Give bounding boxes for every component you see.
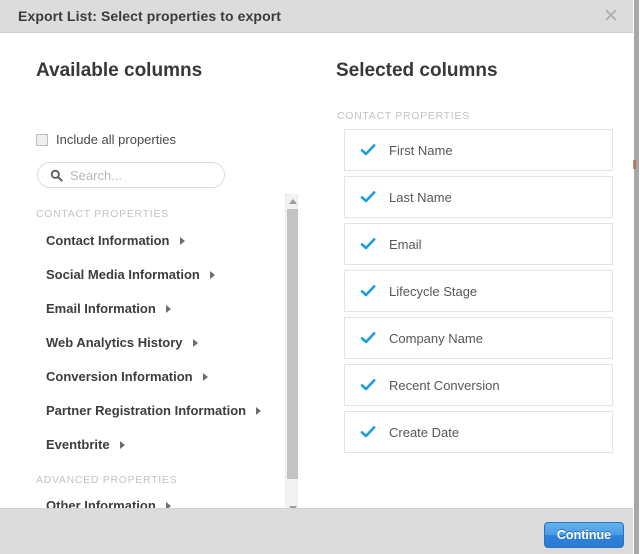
dialog-titlebar: Export List: Select properties to export… (0, 0, 633, 33)
selected-columns-heading: Selected columns (336, 60, 498, 81)
selected-column-label: Recent Conversion (389, 377, 500, 393)
caret-right-icon (209, 270, 215, 279)
check-icon (360, 142, 376, 158)
include-all-properties-checkbox[interactable]: Include all properties (36, 133, 176, 147)
tree-item-label: Other Information (46, 498, 156, 508)
tree-item-label: Web Analytics History (46, 335, 183, 350)
caret-right-icon (256, 406, 262, 415)
tree-item-label: Social Media Information (46, 267, 200, 282)
caret-right-icon (202, 372, 208, 381)
dialog-title: Export List: Select properties to export (18, 8, 282, 24)
available-columns-scrollbar[interactable] (285, 194, 298, 516)
tree-item-conversion-information[interactable]: Conversion Information (46, 369, 208, 384)
caret-up-icon[interactable] (289, 199, 297, 204)
check-icon (360, 377, 376, 393)
page-edge-marker (633, 160, 636, 169)
section-label-contact-properties: CONTACT PROPERTIES (36, 208, 169, 220)
selected-column-label: Company Name (389, 330, 483, 346)
selected-column-row[interactable]: Company Name (344, 317, 613, 359)
tree-item-label: Conversion Information (46, 369, 193, 384)
selected-column-row[interactable]: Last Name (344, 176, 613, 218)
export-list-dialog: Export List: Select properties to export… (0, 0, 633, 554)
tree-item-label: Eventbrite (46, 437, 110, 452)
selected-columns-panel: Selected columns CONTACT PROPERTIES Firs… (310, 34, 633, 508)
tree-item-social-media-information[interactable]: Social Media Information (46, 267, 215, 282)
tree-item-eventbrite[interactable]: Eventbrite (46, 437, 125, 452)
selected-column-label: First Name (389, 142, 453, 158)
tree-item-other-information[interactable]: Other Information (46, 498, 171, 508)
page-scrollbar-track[interactable] (633, 0, 640, 554)
tree-item-label: Partner Registration Information (46, 403, 247, 418)
available-columns-heading: Available columns (36, 60, 203, 81)
check-icon (360, 283, 376, 299)
selected-column-label: Email (389, 236, 422, 252)
selected-column-label: Last Name (389, 189, 452, 205)
tree-item-web-analytics-history[interactable]: Web Analytics History (46, 335, 198, 350)
check-icon (360, 424, 376, 440)
selected-column-row[interactable]: Email (344, 223, 613, 265)
continue-button[interactable]: Continue (544, 522, 624, 548)
check-icon (360, 330, 376, 346)
check-icon (360, 236, 376, 252)
caret-right-icon (165, 304, 171, 313)
selected-column-row[interactable]: Lifecycle Stage (344, 270, 613, 312)
section-label-advanced-properties: ADVANCED PROPERTIES (36, 474, 178, 486)
available-columns-panel: Available columns Include all properties… (0, 34, 310, 516)
selected-column-label: Create Date (389, 424, 460, 440)
selected-column-row[interactable]: First Name (344, 129, 613, 171)
selected-column-label: Lifecycle Stage (389, 283, 478, 299)
tree-item-contact-information[interactable]: Contact Information (46, 233, 185, 248)
tree-item-email-information[interactable]: Email Information (46, 301, 171, 316)
tree-item-partner-registration-information[interactable]: Partner Registration Information (46, 403, 262, 418)
selected-columns-list: First Name Last Name Email Lifecycle Sta… (344, 129, 613, 458)
dialog-body: Available columns Include all properties… (0, 34, 633, 516)
scrollbar-thumb[interactable] (287, 209, 298, 479)
close-icon[interactable]: ✕ (601, 6, 621, 26)
tree-item-label: Contact Information (46, 233, 170, 248)
selected-column-row[interactable]: Create Date (344, 411, 613, 453)
include-all-properties-label: Include all properties (56, 132, 176, 147)
page-right-edge (633, 0, 640, 554)
caret-right-icon (192, 338, 198, 347)
selected-column-row[interactable]: Recent Conversion (344, 364, 613, 406)
tree-item-label: Email Information (46, 301, 156, 316)
checkbox-box (36, 134, 48, 146)
available-columns-list[interactable]: CONTACT PROPERTIES Contact Information S… (0, 172, 310, 508)
dialog-footer: Continue (0, 508, 633, 554)
page-scrollbar-thumb[interactable] (634, 0, 639, 554)
caret-right-icon (179, 236, 185, 245)
section-label-contact-properties-selected: CONTACT PROPERTIES (337, 110, 470, 122)
check-icon (360, 189, 376, 205)
caret-right-icon (119, 440, 125, 449)
